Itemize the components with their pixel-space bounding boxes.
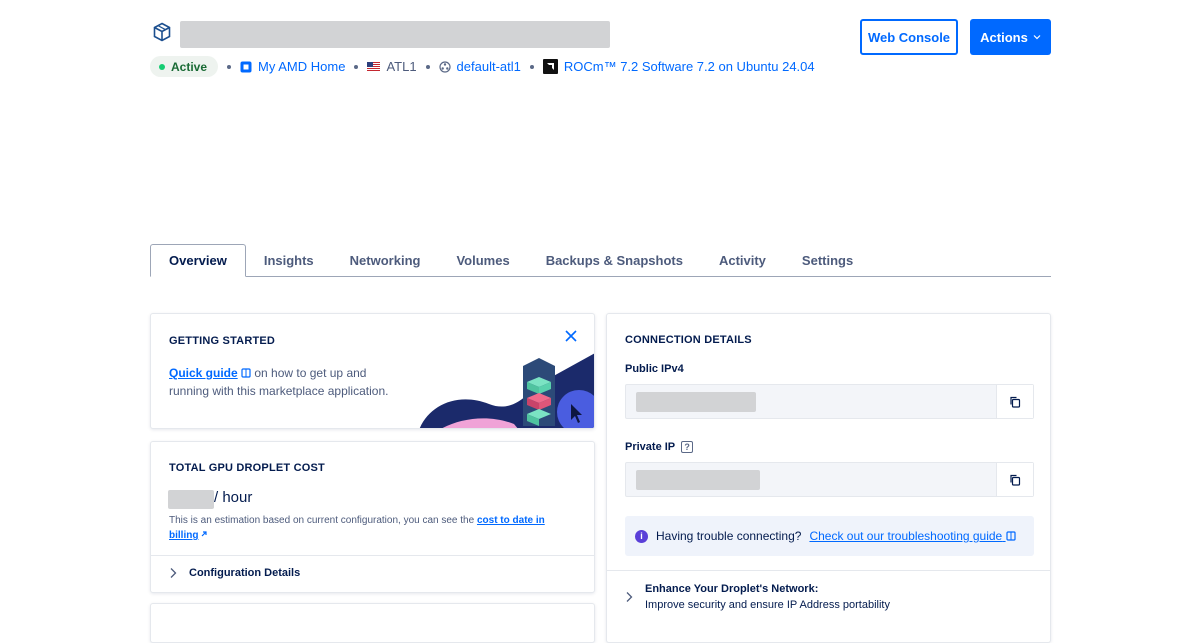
configuration-details-toggle[interactable]: Configuration Details [169, 567, 300, 579]
copy-public-ip-button[interactable] [996, 385, 1033, 418]
chevron-right-icon [626, 592, 633, 602]
droplet-meta-row: Active My AMD Home ATL1 default-atl1 ROC… [150, 56, 815, 77]
actions-button[interactable]: Actions [970, 19, 1051, 55]
actions-label: Actions [980, 29, 1028, 45]
divider [607, 570, 1050, 571]
trouble-text: Having trouble connecting? [656, 529, 802, 543]
tab-bar: Overview Insights Networking Volumes Bac… [150, 244, 1051, 277]
configuration-details-label: Configuration Details [189, 567, 301, 579]
help-icon[interactable]: ? [681, 441, 694, 453]
chevron-down-icon [1033, 35, 1041, 40]
status-dot-icon [159, 63, 165, 70]
project-link[interactable]: My AMD Home [240, 59, 345, 74]
web-console-button[interactable]: Web Console [860, 19, 958, 55]
droplet-name-redacted [180, 21, 610, 48]
external-link-icon [202, 531, 208, 537]
tab-insights[interactable]: Insights [246, 244, 332, 276]
gpu-cost-card: TOTAL GPU DROPLET COST / hour This is an… [150, 441, 595, 593]
project-label: My AMD Home [258, 59, 346, 74]
cost-value-redacted [168, 490, 214, 509]
public-ipv4-field[interactable] [625, 384, 1034, 419]
private-ip-field[interactable] [625, 462, 1034, 497]
copy-private-ip-button[interactable] [996, 463, 1033, 496]
tab-networking[interactable]: Networking [332, 244, 439, 276]
project-icon [240, 61, 252, 72]
vpc-link[interactable]: default-atl1 [438, 59, 521, 74]
cost-note-text: This is an estimation based on current c… [169, 515, 477, 526]
cost-note: This is an estimation based on current c… [169, 513, 569, 543]
tab-volumes[interactable]: Volumes [438, 244, 527, 276]
region-label: ATL1 [386, 59, 417, 74]
image-link[interactable]: ROCm™ 7.2 Software 7.2 on Ubuntu 24.04 [542, 59, 815, 74]
tab-activity[interactable]: Activity [701, 244, 784, 276]
enhance-network-text: Enhance Your Droplet's Network: Improve … [645, 583, 890, 611]
private-ip-label: Private IP [625, 441, 676, 453]
enhance-network-subtitle: Improve security and ensure IP Address p… [645, 599, 890, 611]
info-icon: i [635, 529, 648, 543]
tab-backups-snapshots[interactable]: Backups & Snapshots [528, 244, 701, 276]
image-label: ROCm™ 7.2 Software 7.2 on Ubuntu 24.04 [563, 59, 815, 74]
enhance-network-toggle[interactable]: Enhance Your Droplet's Network: Improve … [625, 583, 890, 611]
private-ip-redacted [636, 470, 760, 490]
connection-details-card: CONNECTION DETAILS Public IPv4 Private I… [606, 313, 1051, 643]
vpc-network-icon [438, 60, 451, 73]
close-icon[interactable] [563, 328, 579, 344]
amd-logo-icon [542, 59, 558, 74]
public-ip-redacted [636, 392, 756, 412]
separator-dot [425, 64, 430, 69]
book-icon [1005, 531, 1016, 541]
tab-overview[interactable]: Overview [150, 244, 246, 277]
book-icon [241, 368, 251, 378]
public-ipv4-label: Public IPv4 [625, 363, 684, 375]
troubleshooting-guide-link[interactable]: Check out our troubleshooting guide [809, 529, 1016, 543]
vpc-label: default-atl1 [456, 59, 521, 74]
quick-guide-link[interactable]: Quick guide [169, 366, 238, 380]
private-ip-label-row: Private IP ? [625, 441, 694, 453]
getting-started-card: GETTING STARTED Quick guide on how to ge… [150, 313, 595, 429]
getting-started-text: Quick guide on how to get up and running… [169, 364, 404, 400]
us-flag-icon [367, 62, 381, 71]
divider [151, 555, 594, 556]
marketplace-illustration [419, 353, 594, 428]
cost-unit: / hour [214, 489, 253, 506]
tab-settings[interactable]: Settings [784, 244, 871, 276]
separator-dot [227, 64, 232, 69]
region: ATL1 [367, 59, 417, 74]
separator-dot [529, 64, 534, 69]
troubleshooting-banner: i Having trouble connecting? Check out o… [625, 516, 1034, 556]
troubleshooting-guide-label: Check out our troubleshooting guide [809, 529, 1003, 543]
copy-icon [1010, 396, 1021, 408]
chevron-right-icon [170, 568, 177, 578]
cost-title: TOTAL GPU DROPLET COST [169, 462, 325, 474]
status-label: Active [171, 59, 208, 74]
getting-started-title: GETTING STARTED [169, 335, 276, 347]
copy-icon [1010, 474, 1021, 486]
next-card [150, 603, 595, 643]
connection-details-title: CONNECTION DETAILS [625, 334, 752, 346]
separator-dot [354, 64, 359, 69]
status-badge: Active [150, 56, 219, 77]
droplet-cube-icon [153, 22, 171, 42]
enhance-network-title: Enhance Your Droplet's Network: [645, 583, 819, 595]
